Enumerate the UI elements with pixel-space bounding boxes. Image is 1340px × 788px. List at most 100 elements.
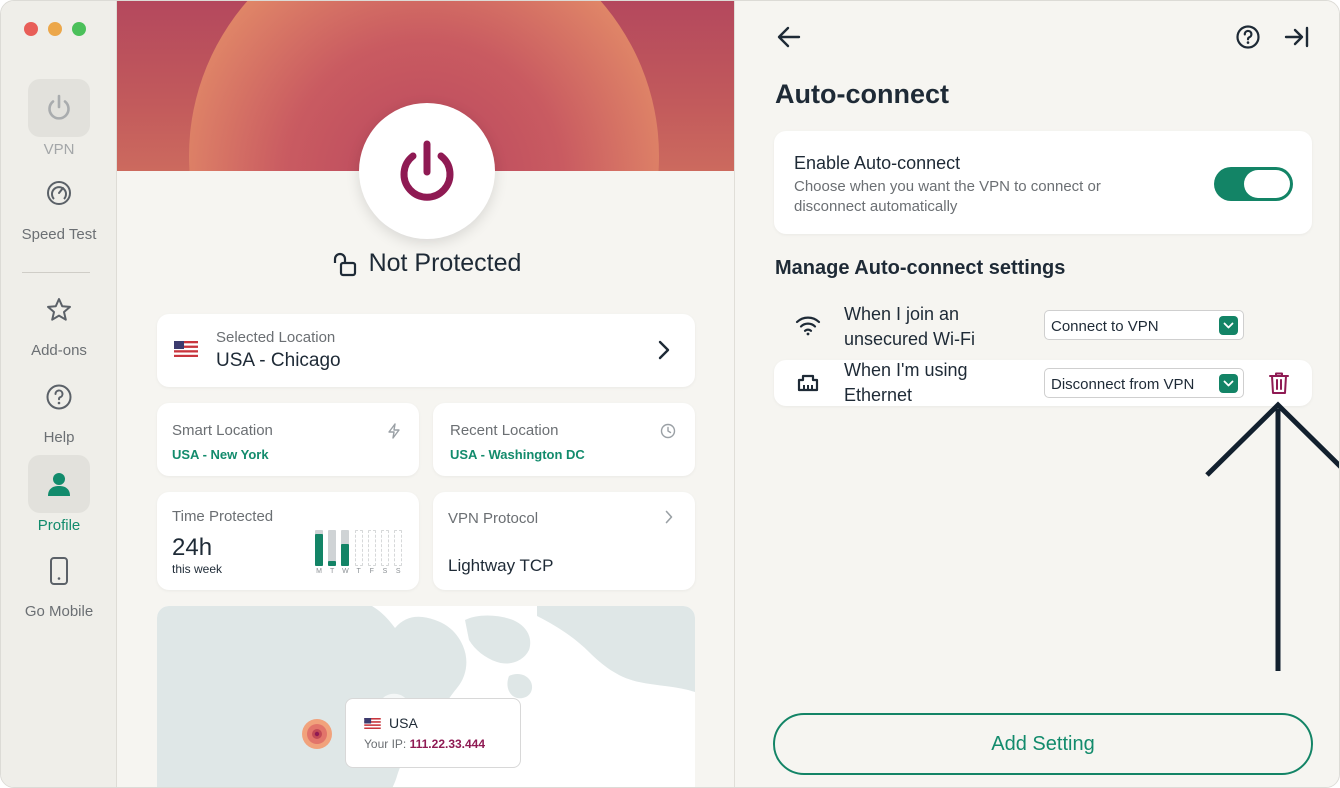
- auto-connect-panel: Auto-connect Enable Auto-connect Choose …: [735, 1, 1339, 787]
- sidebar-item-add-ons[interactable]: Add-ons: [1, 296, 117, 359]
- chevron-right-icon: [665, 510, 673, 529]
- sidebar-item-label: Go Mobile: [24, 603, 94, 620]
- app-window: VPN Speed Test Add-ons Help Profile Go M…: [0, 0, 1340, 788]
- weekly-usage-day-label: M: [316, 568, 322, 575]
- protection-status: Not Protected: [117, 249, 734, 278]
- enable-auto-connect-title: Enable Auto-connect: [794, 153, 961, 173]
- selected-location-value: USA - Chicago: [216, 350, 341, 371]
- auto-connect-toggle[interactable]: [1214, 167, 1293, 201]
- weekly-usage-bar: [354, 530, 363, 566]
- weekly-usage-day-label: S: [382, 568, 388, 575]
- weekly-usage-bar: [367, 530, 376, 566]
- chevron-down-icon: [1219, 374, 1238, 393]
- weekly-usage-bar-fill: [315, 534, 323, 566]
- time-protected-value: 24h: [172, 534, 213, 561]
- rule-condition-line1: When I join an: [844, 304, 960, 324]
- world-map[interactable]: USA Your IP: 111.22.33.444: [157, 606, 695, 787]
- rule-condition-line2: Ethernet: [844, 385, 913, 405]
- recent-location-value: USA - Washington DC: [450, 447, 585, 462]
- sidebar-item-vpn[interactable]: VPN: [1, 79, 117, 158]
- sidebar-item-help[interactable]: Help: [1, 383, 117, 446]
- trash-icon: [1269, 372, 1289, 394]
- connect-button[interactable]: [359, 103, 495, 239]
- us-flag-icon: [174, 341, 198, 362]
- smart-location-value: USA - New York: [172, 447, 269, 462]
- section-title: Manage Auto-connect settings: [775, 257, 1066, 279]
- vpn-protocol-value: Lightway TCP: [448, 556, 554, 575]
- weekly-usage-day-label: W: [342, 568, 349, 575]
- toggle-knob: [1244, 170, 1290, 198]
- sidebar-item-label: Help: [43, 429, 75, 446]
- collapse-panel-button[interactable]: [1283, 23, 1311, 56]
- recent-location-label: Recent Location: [450, 422, 559, 439]
- enable-auto-connect-card: Enable Auto-connect Choose when you want…: [774, 131, 1312, 234]
- sidebar-item-profile[interactable]: Profile: [1, 455, 117, 534]
- speedometer-icon: [1, 178, 117, 212]
- rule-action-select[interactable]: Disconnect from VPN: [1044, 368, 1244, 398]
- page-title: Auto-connect: [775, 79, 949, 109]
- tooltip-country: USA: [389, 715, 418, 731]
- recent-location-card[interactable]: Recent Location USA - Washington DC: [433, 403, 695, 476]
- star-icon: [1, 296, 117, 326]
- time-protected-sub: this week: [172, 562, 223, 576]
- add-setting-button[interactable]: Add Setting: [773, 713, 1313, 775]
- chevron-down-icon: [1219, 316, 1238, 335]
- unlocked-icon: [333, 252, 356, 276]
- weekly-usage-chart: M TWT F SS: [315, 530, 407, 576]
- location-tooltip: USA Your IP: 111.22.33.444: [345, 698, 521, 768]
- arrow-left-icon: [777, 26, 801, 48]
- auto-connect-rule-wifi: When I join an unsecured Wi-Fi Connect t…: [774, 302, 1312, 349]
- weekly-usage-day-label: T: [356, 568, 361, 575]
- chevron-right-icon: [657, 340, 671, 365]
- ethernet-icon: [796, 372, 820, 399]
- weekly-usage-bar-fill: [341, 544, 350, 566]
- sidebar-item-label: Speed Test: [21, 226, 97, 243]
- vpn-protocol-label: VPN Protocol: [448, 510, 539, 527]
- smart-location-card[interactable]: Smart Location USA - New York: [157, 403, 419, 476]
- power-icon: [28, 79, 90, 137]
- phone-icon: [1, 556, 117, 586]
- user-icon: [28, 455, 90, 513]
- help-icon: [1236, 25, 1260, 49]
- status-text: Not Protected: [368, 249, 522, 277]
- close-window-button[interactable]: [24, 22, 38, 36]
- tooltip-ip-value: 111.22.33.444: [409, 737, 486, 751]
- arrow-to-right-icon: [1284, 26, 1309, 48]
- weekly-usage-bar: [381, 530, 389, 566]
- weekly-usage-bar: [394, 530, 403, 566]
- zoom-window-button[interactable]: [72, 22, 86, 36]
- rule-condition-line1: When I'm using: [844, 360, 968, 380]
- vpn-protocol-card[interactable]: VPN Protocol Lightway TCP: [433, 492, 695, 590]
- weekly-usage-day-label: S: [395, 568, 401, 575]
- weekly-usage-day-label: F: [369, 568, 374, 575]
- rule-action-value: Connect to VPN: [1051, 318, 1159, 335]
- sidebar-item-speed-test[interactable]: Speed Test: [1, 178, 117, 243]
- help-button[interactable]: [1234, 23, 1262, 56]
- rule-action-value: Disconnect from VPN: [1051, 376, 1195, 393]
- rule-action-select[interactable]: Connect to VPN: [1044, 310, 1244, 340]
- sidebar-item-go-mobile[interactable]: Go Mobile: [1, 556, 117, 620]
- help-icon: [1, 383, 117, 413]
- wifi-icon: [795, 314, 821, 341]
- sidebar-divider: [22, 272, 90, 273]
- minimize-window-button[interactable]: [48, 22, 62, 36]
- time-protected-card: Time Protected 24h this week M TWT F SS: [157, 492, 419, 590]
- annotation-arrow-icon: [1205, 401, 1339, 671]
- smart-location-label: Smart Location: [172, 422, 273, 439]
- clock-icon: [660, 423, 676, 444]
- selected-location-label: Selected Location: [216, 329, 336, 346]
- sidebar-item-label: VPN: [43, 141, 75, 158]
- delete-rule-button[interactable]: [1268, 371, 1290, 400]
- time-protected-label: Time Protected: [172, 508, 274, 525]
- lightning-icon: [387, 423, 401, 444]
- main-panel: Not Protected Selected Location USA - Ch…: [117, 1, 735, 787]
- us-flag-icon: [364, 717, 381, 729]
- sidebar-item-label: Add-ons: [31, 342, 87, 359]
- back-button[interactable]: [775, 23, 803, 56]
- selected-location-card[interactable]: Selected Location USA - Chicago: [157, 314, 695, 387]
- sidebar: VPN Speed Test Add-ons Help Profile Go M…: [1, 1, 117, 787]
- tooltip-ip-label: Your IP:: [364, 737, 407, 751]
- weekly-usage-bar-fill: [328, 561, 337, 566]
- enable-auto-connect-desc-line1: Choose when you want the VPN to connect …: [794, 178, 1101, 195]
- enable-auto-connect-desc-line2: disconnect automatically: [794, 198, 958, 215]
